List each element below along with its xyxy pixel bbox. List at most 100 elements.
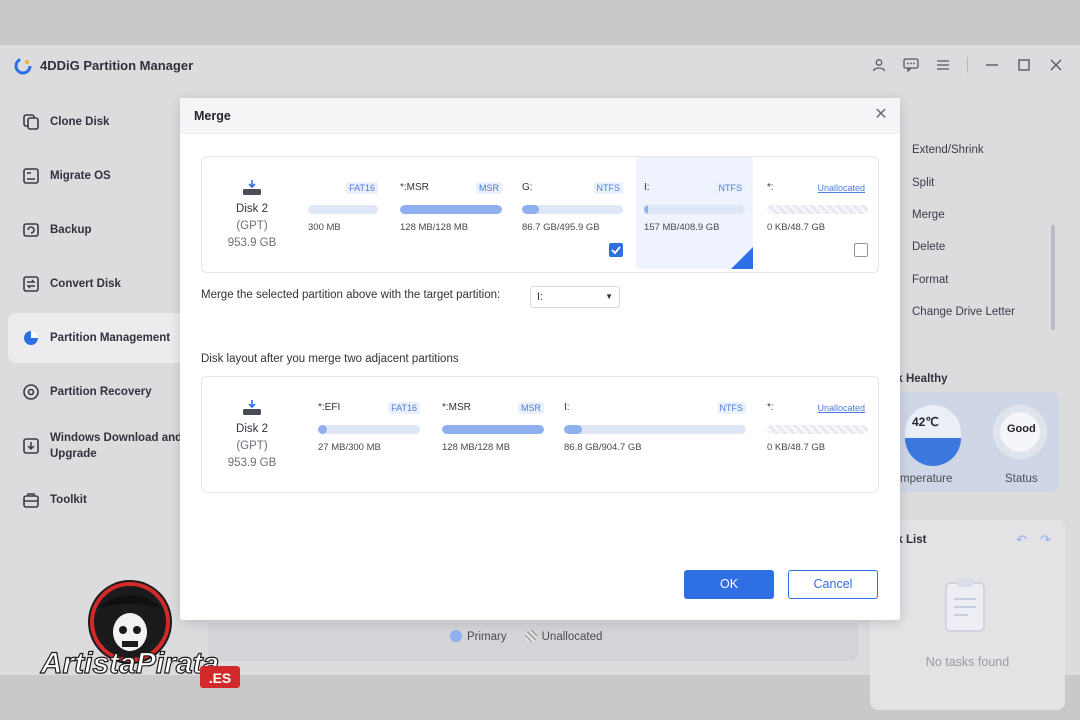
close-icon[interactable]: ✕ (872, 106, 890, 124)
maximize-icon[interactable] (1014, 55, 1034, 75)
op-delete[interactable]: Delete (912, 241, 945, 253)
usage-bar (522, 205, 623, 214)
partition-2[interactable]: *:MSR MSR 128 MB/128 MB (398, 157, 502, 269)
partition-1[interactable]: *:EFI FAT16 27 MB/300 MB (318, 377, 420, 489)
merge-dialog: Merge ✕ Disk 2 (GPT) 953.9 GB FAT16 300 M… (180, 98, 900, 620)
sidebar-item-toolkit[interactable]: Toolkit (8, 475, 197, 525)
usage-fill (442, 425, 544, 434)
disk-card-after: Disk 2 (GPT) 953.9 GB *:EFI FAT16 27 MB/30… (201, 376, 879, 493)
partition-3[interactable]: I: NTFS 86.8 GB/904.7 GB (562, 377, 746, 489)
partition-size: 27 MB/300 MB (318, 442, 381, 453)
partition-size: 0 KB/48.7 GB (767, 222, 826, 233)
usage-bar (564, 425, 746, 434)
sidebar-item-label: Clone Disk (50, 116, 110, 128)
unallocated-swatch-icon (524, 630, 537, 642)
usage-bar (767, 205, 868, 214)
partition-2[interactable]: *:MSR MSR 128 MB/128 MB (440, 377, 544, 489)
sidebar-item-windows-download[interactable]: Windows Download and Upgrade (8, 421, 197, 471)
sidebar-item-backup[interactable]: Backup (8, 205, 197, 255)
op-extend-shrink[interactable]: Extend/Shrink (912, 144, 984, 156)
op-format[interactable]: Format (912, 274, 948, 286)
usage-bar (400, 205, 502, 214)
disk-size: 953.9 GB (227, 457, 277, 469)
sidebar: Clone Disk Migrate OS Backup Convert Dis… (0, 95, 205, 529)
undo-icon[interactable]: ↶ (1016, 532, 1027, 548)
sidebar-item-label: Partition Recovery (50, 386, 152, 398)
filesystem-badge: MSR (476, 182, 502, 194)
feedback-icon[interactable] (901, 55, 921, 75)
target-partition-select[interactable]: I: ▼ (530, 286, 620, 308)
legend-unallocated-label: Unallocated (541, 631, 603, 643)
partition-size: 128 MB/128 MB (400, 222, 469, 233)
partition-3[interactable]: G: NTFS 86.7 GB/495.9 GB (520, 157, 623, 269)
usage-fill (564, 425, 583, 434)
partition-recovery-icon (23, 384, 39, 400)
chevron-down-icon: ▼ (605, 292, 613, 301)
disk-info: Disk 2 (GPT) 953.9 GB (224, 179, 280, 252)
sidebar-item-label: Toolkit (50, 494, 87, 506)
legend-primary: Primary (450, 630, 507, 643)
usage-bar (442, 425, 544, 434)
dialog-header: Merge ✕ (180, 98, 900, 134)
partition-1[interactable]: FAT16 300 MB (306, 157, 378, 269)
scrollbar-thumb[interactable] (1051, 225, 1055, 330)
title-bar: 4DDiG Partition Manager (0, 45, 1080, 85)
sidebar-item-convert-disk[interactable]: Convert Disk (8, 259, 197, 309)
minimize-icon[interactable] (982, 55, 1002, 75)
partition-4[interactable]: I: NTFS 157 MB/408.9 GB (636, 157, 753, 269)
no-tasks-text: No tasks found (925, 655, 1010, 669)
disk-name: Disk 2 (236, 423, 268, 435)
filesystem-badge: FAT16 (388, 402, 420, 414)
target-partition-value: I: (537, 291, 544, 303)
clone-disk-icon (23, 114, 39, 130)
sidebar-item-label: Convert Disk (50, 278, 121, 290)
partition-size: 157 MB/408.9 GB (644, 222, 720, 233)
ok-button[interactable]: OK (684, 570, 774, 599)
sidebar-item-partition-recovery[interactable]: Partition Recovery (8, 367, 197, 417)
watermark-logo: ArtistaPirata .ES (39, 580, 240, 688)
partition-name: *: (767, 182, 774, 193)
primary-swatch-icon (450, 630, 462, 642)
partition-size: 86.8 GB/904.7 GB (564, 442, 642, 453)
usage-fill (318, 425, 328, 434)
partition-size: 300 MB (308, 222, 341, 233)
sidebar-item-label: Backup (50, 224, 92, 236)
close-window-icon[interactable] (1046, 55, 1066, 75)
partition-4[interactable]: *: Unallocated 0 KB/48.7 GB (765, 377, 868, 489)
sidebar-item-migrate-os[interactable]: Migrate OS (8, 151, 197, 201)
partition-name: G: (522, 182, 533, 193)
temperature-label: mperature (900, 473, 953, 485)
partition-size: 128 MB/128 MB (442, 442, 511, 453)
usage-fill (400, 205, 502, 214)
sidebar-item-clone-disk[interactable]: Clone Disk (8, 97, 197, 147)
filesystem-badge: Unallocated (817, 183, 865, 193)
legend: Primary Unallocated (450, 630, 602, 643)
redo-icon[interactable]: ↷ (1040, 532, 1051, 548)
watermark-suffix: .ES (209, 670, 232, 686)
usage-fill (522, 205, 540, 214)
cancel-button[interactable]: Cancel (788, 570, 878, 599)
partition-size: 86.7 GB/495.9 GB (522, 222, 600, 233)
op-change-drive-letter[interactable]: Change Drive Letter (912, 306, 1015, 318)
partition-5[interactable]: *: Unallocated 0 KB/48.7 GB (765, 157, 868, 269)
filesystem-badge: NTFS (715, 182, 745, 194)
menu-icon[interactable] (933, 55, 953, 75)
disk-name: Disk 2 (236, 203, 268, 215)
divider (967, 57, 968, 73)
checkbox-unchecked[interactable] (854, 243, 868, 257)
legend-unallocated: Unallocated (524, 630, 603, 643)
windows-download-icon (23, 438, 39, 454)
op-split[interactable]: Split (912, 177, 934, 189)
disk-info: Disk 2 (GPT) 953.9 GB (224, 399, 280, 472)
sidebar-item-partition-management[interactable]: Partition Management (8, 313, 197, 363)
disk-type: (GPT) (236, 440, 268, 452)
checkbox-checked[interactable] (609, 243, 623, 257)
selected-corner-icon (731, 247, 753, 269)
filesystem-badge: MSR (518, 402, 544, 414)
user-icon[interactable] (869, 55, 889, 75)
migrate-os-icon (23, 168, 39, 184)
op-merge[interactable]: Merge (912, 209, 945, 221)
app-title: 4DDiG Partition Manager (40, 58, 194, 73)
sidebar-item-label: Windows Download and Upgrade (50, 432, 183, 460)
legend-primary-label: Primary (467, 631, 507, 643)
